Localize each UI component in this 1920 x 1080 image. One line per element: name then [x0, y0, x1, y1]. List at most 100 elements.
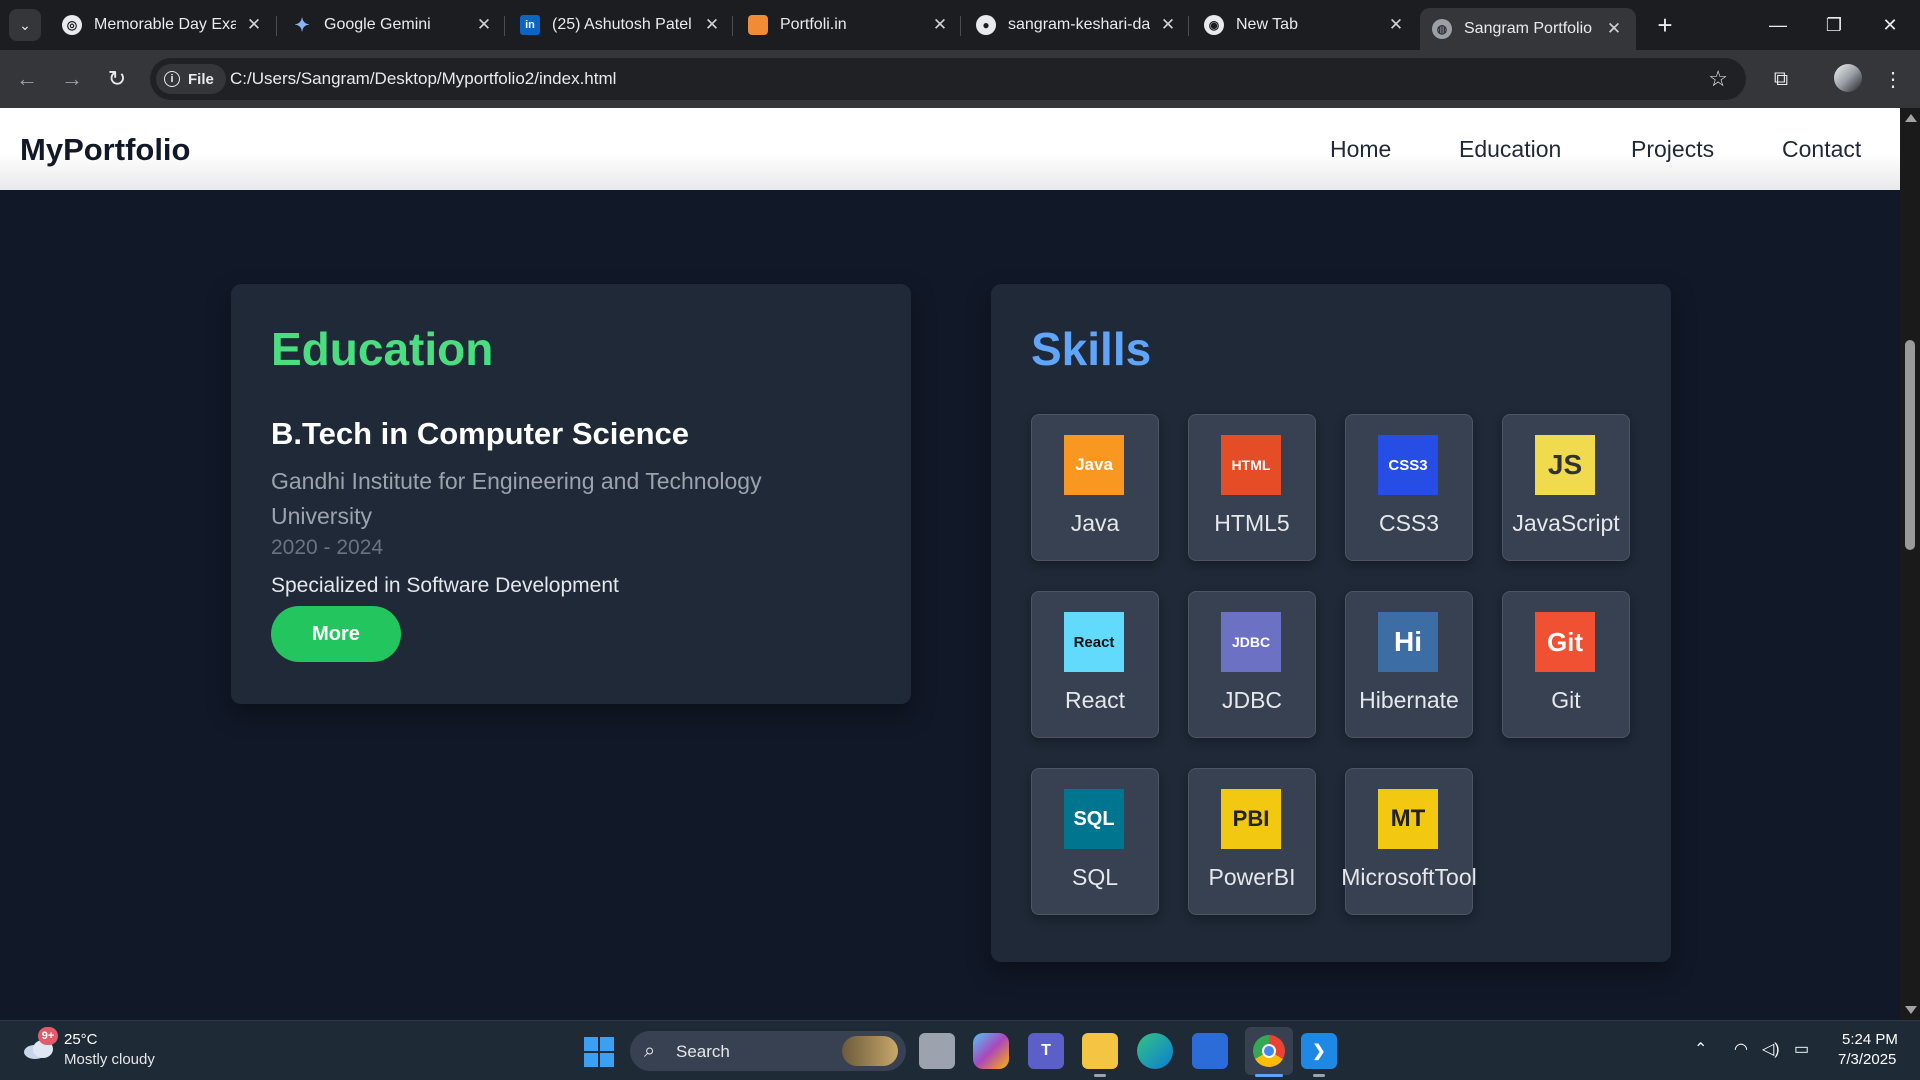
close-tab-icon[interactable]: ✕ — [1158, 15, 1178, 35]
restore-button[interactable]: ❐ — [1806, 8, 1862, 42]
skills-card: Skills Java Java HTML HTML5 CSS3 CSS3 JS… — [991, 284, 1671, 962]
close-tab-icon[interactable]: ✕ — [1386, 15, 1406, 35]
search-icon: ⌕ — [644, 1040, 656, 1062]
forward-button[interactable]: → — [57, 64, 87, 94]
css3-logo-icon: CSS3 — [1378, 435, 1438, 495]
skill-card-jdbc[interactable]: JDBC JDBC — [1188, 591, 1316, 738]
skill-card-javascript[interactable]: JS JavaScript — [1502, 414, 1630, 561]
site-info-chip[interactable]: i File — [156, 64, 226, 94]
skill-card-java[interactable]: Java Java — [1031, 414, 1159, 561]
skill-card-powerbi[interactable]: PBI PowerBI — [1188, 768, 1316, 915]
new-tab-button[interactable]: + — [1650, 10, 1680, 40]
clock-date[interactable]: 7/3/2025 — [1838, 1051, 1896, 1068]
skill-name: MicrosoftTool — [1341, 864, 1477, 890]
clock-time[interactable]: 5:24 PM — [1842, 1031, 1898, 1048]
skill-card-git[interactable]: Git Git — [1502, 591, 1630, 738]
skill-card-css3[interactable]: CSS3 CSS3 — [1345, 414, 1473, 561]
notification-badge: 9+ — [38, 1027, 58, 1045]
tab-title: Google Gemini — [324, 16, 431, 33]
chrome-icon: ◉ — [1204, 15, 1224, 35]
tab-github[interactable]: ● sangram-keshari-das ✕ — [964, 8, 1190, 42]
skill-card-microsofttool[interactable]: MT MicrosoftTool — [1341, 768, 1477, 915]
restore-icon: ❐ — [1825, 14, 1843, 35]
degree-title: B.Tech in Computer Science — [271, 416, 690, 451]
skill-card-sql[interactable]: SQL SQL — [1031, 768, 1159, 915]
close-tab-icon[interactable]: ✕ — [474, 15, 494, 35]
tab-portfolio-in[interactable]: Portfoli.in ✕ — [736, 8, 962, 42]
hibernate-logo-icon: Hi — [1378, 612, 1438, 672]
tab-new-tab[interactable]: ◉ New Tab ✕ — [1192, 8, 1418, 42]
skill-name: CSS3 — [1378, 510, 1440, 536]
education-years: 2020 - 2024 — [271, 536, 384, 559]
bookmark-star-icon[interactable]: ☆ — [1708, 66, 1728, 92]
html5-logo-icon: HTML — [1221, 435, 1281, 495]
tab-google-gemini[interactable]: ✦ Google Gemini ✕ — [280, 8, 506, 42]
copilot-icon[interactable] — [973, 1033, 1009, 1069]
close-tab-icon[interactable]: ✕ — [930, 15, 950, 35]
git-logo-icon: Git — [1535, 612, 1595, 672]
institute-name: Gandhi Institute for Engineering and Tec… — [271, 468, 762, 529]
taskbar-search[interactable]: ⌕ Search — [630, 1031, 906, 1071]
minimize-button[interactable]: — — [1750, 8, 1806, 42]
skill-name: React — [1064, 687, 1126, 713]
github-icon: ● — [976, 15, 996, 35]
nav-contact[interactable]: Contact — [1782, 136, 1861, 163]
close-tab-icon[interactable]: ✕ — [702, 15, 722, 35]
tab-title: sangram-keshari-das — [1008, 16, 1150, 33]
task-view-icon[interactable] — [919, 1033, 955, 1069]
skill-card-react[interactable]: React React — [1031, 591, 1159, 738]
menu-button[interactable]: ⋮ — [1878, 64, 1908, 94]
show-hidden-icons-chevron-icon[interactable]: ⌃ — [1694, 1039, 1707, 1059]
tab-sangram-portfolio[interactable]: ◍ Sangram Portfolio ✕ — [1420, 8, 1636, 50]
edge-icon[interactable] — [1137, 1033, 1173, 1069]
page-scrollbar[interactable] — [1900, 108, 1920, 1020]
teams-icon[interactable]: T — [1028, 1033, 1064, 1069]
close-tab-icon[interactable]: ✕ — [244, 15, 264, 35]
wifi-icon[interactable]: ◠ — [1734, 1039, 1748, 1059]
chrome-icon — [1253, 1035, 1285, 1067]
chrome-taskbar-button[interactable] — [1245, 1027, 1293, 1075]
sql-logo-icon: SQL — [1064, 789, 1124, 849]
plus-icon: + — [1657, 9, 1673, 40]
skill-card-html5[interactable]: HTML HTML5 — [1188, 414, 1316, 561]
arrow-left-icon: ← — [16, 66, 38, 91]
scroll-down-arrow-icon[interactable] — [1905, 1006, 1917, 1014]
minimize-icon: — — [1769, 14, 1787, 35]
microsoft-store-icon[interactable] — [1192, 1033, 1228, 1069]
nav-education[interactable]: Education — [1459, 136, 1561, 163]
browser-toolbar: ← → ↻ i File C:/Users/Sangram/Desktop/My… — [0, 50, 1920, 108]
scroll-up-arrow-icon[interactable] — [1905, 114, 1917, 122]
education-heading: Education — [271, 323, 494, 375]
chip-label: File — [188, 70, 214, 88]
search-label: Search — [676, 1042, 730, 1061]
scrollbar-thumb[interactable] — [1905, 340, 1915, 550]
vscode-icon[interactable]: ❯ — [1301, 1033, 1337, 1069]
reload-button[interactable]: ↻ — [102, 64, 132, 94]
volume-icon[interactable]: ◁) — [1762, 1039, 1780, 1059]
skill-name: Java — [1070, 510, 1120, 536]
back-button[interactable]: ← — [12, 64, 42, 94]
profile-avatar[interactable] — [1834, 64, 1862, 92]
tab-search-button[interactable]: ⌄ — [9, 9, 41, 41]
address-bar[interactable]: i File C:/Users/Sangram/Desktop/Myportfo… — [150, 58, 1746, 100]
file-explorer-icon[interactable] — [1082, 1033, 1118, 1069]
more-button[interactable]: More — [271, 606, 401, 662]
skill-name: JDBC — [1221, 687, 1283, 713]
tab-memorable-day[interactable]: ◎ Memorable Day Exan ✕ — [50, 8, 276, 42]
battery-icon[interactable]: ▭ — [1794, 1039, 1809, 1059]
close-window-button[interactable]: ✕ — [1862, 8, 1918, 42]
site-brand[interactable]: MyPortfolio — [20, 132, 191, 168]
windows-start-icon[interactable] — [584, 1037, 614, 1067]
skill-name: Hibernate — [1359, 687, 1459, 713]
nav-home[interactable]: Home — [1330, 136, 1391, 163]
microsofttool-logo-icon: MT — [1378, 789, 1438, 849]
skill-name: SQL — [1071, 864, 1119, 890]
jdbc-logo-icon: JDBC — [1221, 612, 1281, 672]
close-icon: ✕ — [1882, 14, 1898, 35]
close-tab-icon[interactable]: ✕ — [1604, 19, 1624, 39]
tab-linkedin[interactable]: in (25) Ashutosh Patel | ✕ — [508, 8, 734, 42]
extensions-button[interactable]: ⧉ — [1766, 64, 1796, 94]
skill-card-hibernate[interactable]: Hi Hibernate — [1345, 591, 1473, 738]
url-text[interactable]: C:/Users/Sangram/Desktop/Myportfolio2/in… — [230, 69, 616, 89]
nav-projects[interactable]: Projects — [1631, 136, 1714, 163]
